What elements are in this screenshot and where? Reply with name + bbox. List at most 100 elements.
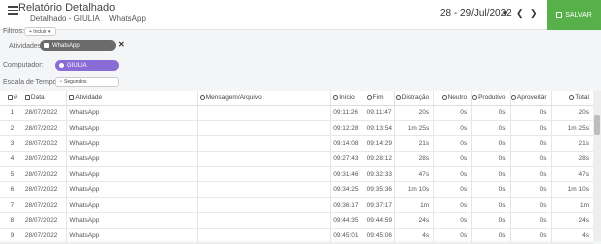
col-neutral[interactable]: Neutro (433, 91, 473, 106)
scrollbar-thumb[interactable] (594, 115, 600, 135)
cell-total: 28s (551, 151, 593, 168)
cell-produtivo: 0s (471, 166, 511, 183)
cell-produtivo: 0s (471, 197, 511, 214)
app-icon (44, 43, 49, 48)
cell-num: 1 (0, 105, 25, 121)
page-subtitle-app: WhatsApp (109, 14, 146, 23)
cell-produtivo: 0s (471, 212, 511, 229)
cell-produtivo: 0s (471, 120, 511, 137)
page-title: Relatório Detalhado (18, 2, 116, 14)
aproveitar-icon (510, 95, 516, 101)
cell-num: 5 (0, 166, 25, 183)
cell-neutro: 0s (433, 228, 473, 244)
cell-inicio: 09:45:01 (330, 228, 365, 244)
cell-total: 47s (551, 166, 593, 183)
table-row[interactable]: 8 28/07/2022 WhatsApp 09:44:35 09:44:59 24s 0s… (0, 212, 593, 229)
previous-date-button[interactable]: ❮ (516, 8, 524, 19)
page-subtitle: Detalhado - GIULIA (30, 14, 100, 23)
cell-fim: 09:11:47 (364, 105, 396, 121)
cell-produtivo: 0s (471, 228, 511, 244)
cell-aproveitar: 0s (510, 228, 552, 244)
cell-fim: 09:32:33 (364, 166, 396, 183)
cell-mensagem (197, 151, 332, 168)
cell-inicio: 09:31:46 (330, 166, 365, 183)
cell-neutro: 0s (433, 166, 473, 183)
cell-num: 7 (0, 197, 25, 214)
cell-aproveitar: 0s (510, 181, 552, 198)
cell-fim: 09:28:12 (364, 151, 396, 168)
cell-data: 28/07/2022 (24, 120, 68, 137)
cell-aproveitar: 0s (510, 212, 552, 229)
clock-icon: ◔ (59, 79, 63, 85)
neutral-icon (441, 95, 447, 101)
menu-icon[interactable] (8, 6, 18, 15)
cell-inicio: 09:12:28 (330, 120, 365, 137)
cell-data: 28/07/2022 (24, 166, 68, 183)
computer-filter-value: GIULIA (67, 62, 87, 69)
next-date-button[interactable]: ❯ (530, 8, 538, 19)
table-row[interactable]: 6 28/07/2022 WhatsApp 09:34:25 09:35:36 1m 10… (0, 181, 593, 198)
activities-label: Atividades: (9, 43, 44, 50)
cell-mensagem (197, 181, 332, 198)
cell-fim: 09:14:29 (364, 135, 396, 152)
filters-label: Filtros: (3, 28, 24, 35)
table-row[interactable]: 3 28/07/2022 WhatsApp 09:14:08 09:14:29 21s 0s… (0, 135, 593, 152)
save-button[interactable]: SALVAR (547, 0, 601, 30)
table-row[interactable]: 4 28/07/2022 WhatsApp 09:27:43 09:28:12 28s 0s… (0, 151, 593, 168)
table-row[interactable]: 2 28/07/2022 WhatsApp 09:12:28 09:13:54 1m 25… (0, 120, 593, 137)
computer-filter-chip[interactable]: GIULIA (55, 60, 119, 71)
add-filter-button[interactable]: + Incluir ▾ (24, 27, 56, 36)
col-number[interactable]: # (0, 91, 25, 106)
cell-inicio: 09:44:35 (330, 212, 365, 229)
remove-filter-icon[interactable]: ✕ (118, 40, 125, 49)
cell-inicio: 09:14:08 (330, 135, 365, 152)
cell-data: 28/07/2022 (24, 212, 68, 229)
date-range[interactable]: 28 - 29/Jul/2022 (440, 8, 512, 19)
cell-distracao: 21s (394, 135, 435, 152)
col-message[interactable]: Mensagem/Arquivo (197, 91, 332, 106)
cell-total: 1m (551, 197, 593, 214)
time-scale-label: Escala de Tempo: (3, 79, 59, 86)
cell-aproveitar: 0s (510, 120, 552, 137)
time-scale-value: Segundos (64, 79, 87, 85)
top-bar: Relatório Detalhado Detalhado - GIULIA W… (0, 0, 601, 30)
save-label: SALVAR (565, 11, 592, 19)
cell-atividade: WhatsApp (66, 105, 198, 121)
table-scrollbar[interactable] (593, 91, 601, 241)
cell-neutro: 0s (433, 105, 473, 121)
cell-mensagem (197, 120, 332, 137)
calendar-dropdown-icon[interactable]: ▾ (503, 8, 508, 19)
cell-neutro: 0s (433, 212, 473, 229)
cell-distracao: 47s (394, 166, 435, 183)
cell-total: 4s (551, 228, 593, 244)
table-row[interactable]: 5 28/07/2022 WhatsApp 09:31:46 09:32:33 47s 0s… (0, 166, 593, 183)
col-productive[interactable]: Produtivo (471, 91, 511, 106)
col-start[interactable]: Início (330, 91, 365, 106)
cell-aproveitar: 0s (510, 166, 552, 183)
cell-mensagem (197, 197, 332, 214)
col-total[interactable]: Total (551, 91, 593, 106)
cell-atividade: WhatsApp (66, 228, 198, 244)
col-activity[interactable]: Atividade (66, 91, 198, 106)
cell-inicio: 09:27:43 (330, 151, 365, 168)
cell-mensagem (197, 135, 332, 152)
col-aproveitar[interactable]: Aproveitár (510, 91, 552, 106)
cell-distracao: 1m 10s (394, 181, 435, 198)
time-scale-select[interactable]: ◔ Segundos (55, 77, 119, 87)
cell-fim: 09:13:54 (364, 120, 396, 137)
table-row[interactable]: 9 28/07/2022 WhatsApp 09:45:01 09:45:06 4s 0s 0… (0, 228, 593, 244)
table-row[interactable]: 1 28/07/2022 WhatsApp 09:11:26 09:11:47 20s 0s… (0, 105, 593, 121)
cell-data: 28/07/2022 (24, 228, 68, 244)
total-icon (569, 95, 575, 101)
end-icon (366, 95, 372, 101)
col-distraction[interactable]: Distração (394, 91, 435, 106)
col-date[interactable]: Data (24, 91, 68, 106)
cell-produtivo: 0s (471, 151, 511, 168)
cell-aproveitar: 0s (510, 105, 552, 121)
cell-atividade: WhatsApp (66, 135, 198, 152)
col-end[interactable]: Fim (364, 91, 396, 106)
table-row[interactable]: 7 28/07/2022 WhatsApp 09:36:17 09:37:17 1m 0s 0… (0, 197, 593, 214)
cell-total: 1m 25s (551, 120, 593, 137)
table-header-row: # Data Atividade Mensagem/Arquivo Início… (0, 91, 593, 106)
activity-filter-chip[interactable]: WhatsApp (40, 40, 116, 51)
